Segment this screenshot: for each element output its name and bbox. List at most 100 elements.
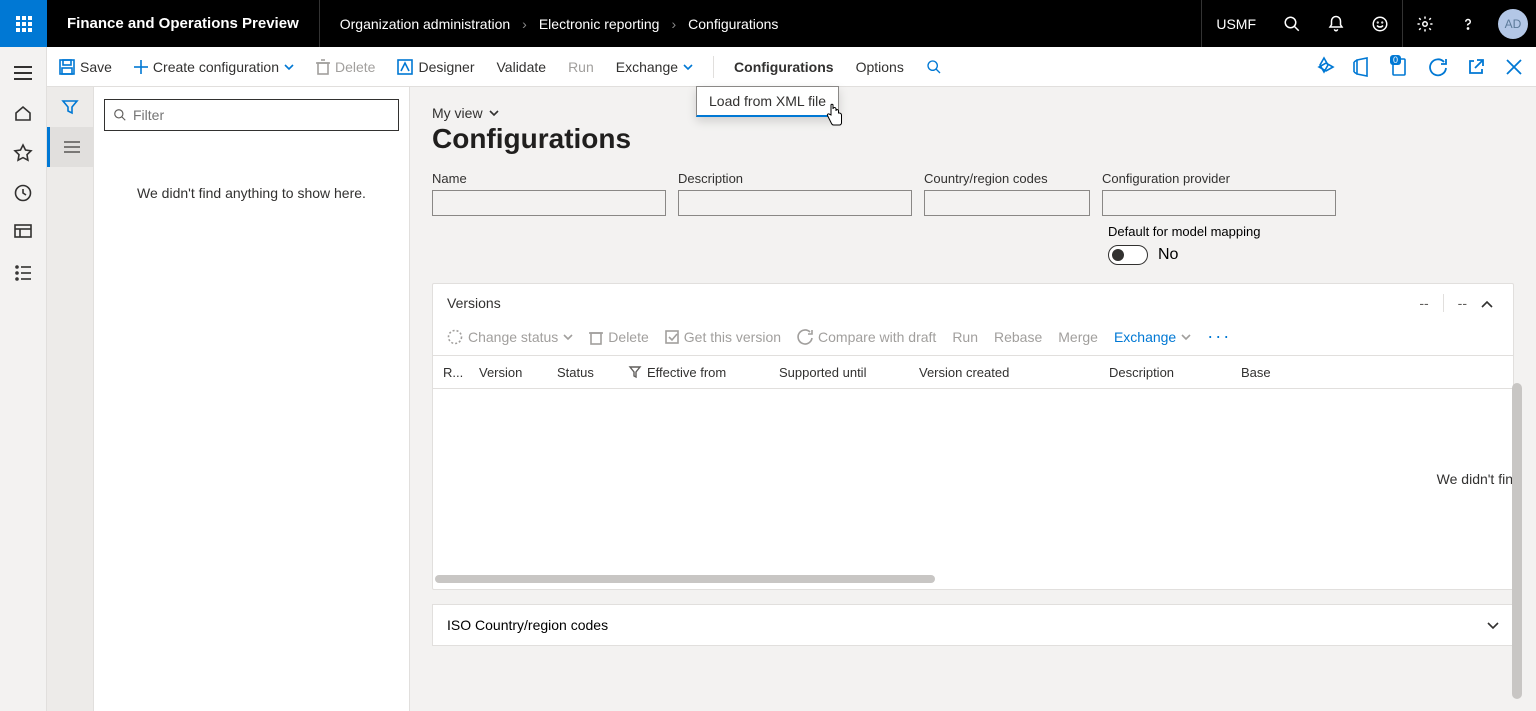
field-name-input[interactable]: [432, 190, 666, 216]
bell-icon[interactable]: [1314, 0, 1358, 47]
search-icon[interactable]: [1270, 0, 1314, 47]
body: We didn't find anything to show here. My…: [47, 87, 1536, 711]
avatar[interactable]: AD: [1498, 9, 1528, 39]
refresh-icon[interactable]: [1426, 55, 1450, 79]
field-provider: Configuration provider: [1102, 171, 1336, 216]
versions-dash2: --: [1450, 295, 1475, 311]
get-version-label: Get this version: [684, 329, 781, 345]
change-status-label: Change status: [468, 329, 558, 345]
app-launcher-button[interactable]: [0, 0, 47, 47]
list-pane-toggle[interactable]: [47, 127, 94, 167]
toggle-knob: [1112, 249, 1124, 261]
exchange-button[interactable]: Exchange: [614, 55, 695, 79]
star-icon[interactable]: [0, 133, 47, 173]
chevron-right-icon: ›: [671, 16, 676, 32]
home-icon[interactable]: [0, 93, 47, 133]
chevron-up-icon[interactable]: [1475, 295, 1499, 311]
version-delete-label: Delete: [608, 329, 648, 345]
chevron-down-icon: [683, 64, 693, 70]
field-default-mapping-label: Default for model mapping: [1108, 224, 1514, 239]
scrollbar-thumb[interactable]: [1512, 383, 1522, 699]
company-picker[interactable]: USMF: [1201, 0, 1270, 47]
scrollbar-thumb[interactable]: [435, 575, 935, 583]
create-label: Create configuration: [153, 59, 279, 75]
default-mapping-toggle[interactable]: No: [1108, 245, 1514, 265]
field-description-label: Description: [678, 171, 912, 186]
field-country-codes: Country/region codes: [924, 171, 1090, 216]
delete-button: Delete: [314, 55, 377, 79]
col-status[interactable]: Status: [547, 365, 619, 380]
col-version[interactable]: Version: [469, 365, 547, 380]
gear-icon[interactable]: [1402, 0, 1446, 47]
create-configuration-button[interactable]: Create configuration: [132, 55, 296, 79]
iso-panel[interactable]: ISO Country/region codes: [432, 604, 1514, 646]
field-name-label: Name: [432, 171, 666, 186]
overflow-button[interactable]: ···: [1207, 326, 1231, 347]
list-empty-message: We didn't find anything to show here.: [104, 185, 399, 201]
versions-header[interactable]: Versions -- --: [433, 284, 1513, 322]
field-description-input[interactable]: [678, 190, 912, 216]
options-button[interactable]: Options: [854, 55, 906, 79]
horizontal-scrollbar[interactable]: [435, 573, 1511, 585]
validate-button[interactable]: Validate: [495, 55, 549, 79]
versions-title: Versions: [447, 295, 1411, 311]
col-created[interactable]: Version created: [909, 365, 1099, 380]
action-bar: Save Create configuration Delete Designe…: [47, 47, 1536, 87]
separator: [713, 56, 714, 78]
workspace-icon[interactable]: [0, 213, 47, 253]
compare-button: Compare with draft: [797, 329, 936, 345]
left-rail: [0, 47, 47, 711]
designer-button[interactable]: Designer: [395, 55, 476, 79]
breadcrumb-item-org-admin[interactable]: Organization administration: [340, 16, 510, 32]
clock-icon[interactable]: [0, 173, 47, 213]
configurations-tab[interactable]: Configurations: [732, 55, 836, 79]
run-label: Run: [568, 59, 594, 75]
filter-funnel-button[interactable]: [47, 87, 94, 127]
exchange-label: Exchange: [616, 59, 678, 75]
field-provider-input[interactable]: [1102, 190, 1336, 216]
field-cc-label: Country/region codes: [924, 171, 1090, 186]
col-supported[interactable]: Supported until: [769, 365, 909, 380]
close-icon[interactable]: [1502, 55, 1526, 79]
save-button[interactable]: Save: [57, 55, 114, 79]
header-fields: Name Description Country/region codes Co…: [432, 171, 1514, 216]
popout-icon[interactable]: [1464, 55, 1488, 79]
filter-input-wrapper[interactable]: [104, 99, 399, 131]
top-navbar: Finance and Operations Preview Organizat…: [0, 0, 1536, 47]
filter-icon: [629, 366, 641, 378]
save-label: Save: [80, 59, 112, 75]
help-icon[interactable]: [1446, 0, 1490, 47]
office-icon[interactable]: [1350, 55, 1374, 79]
compare-label: Compare with draft: [818, 329, 936, 345]
versions-grid-body: We didn't fin: [433, 389, 1513, 573]
view-selector[interactable]: My view: [432, 105, 1514, 121]
col-base[interactable]: Base: [1231, 365, 1331, 380]
col-r[interactable]: R...: [433, 365, 469, 380]
diagnostic-icon[interactable]: [1312, 55, 1336, 79]
modules-icon[interactable]: [0, 253, 47, 293]
merge-button: Merge: [1058, 329, 1098, 345]
version-exchange-button[interactable]: Exchange: [1114, 329, 1191, 345]
get-version-button: Get this version: [665, 329, 781, 345]
smiley-icon[interactable]: [1358, 0, 1402, 47]
action-bar-right: 0: [1312, 55, 1526, 79]
main-area: Save Create configuration Delete Designe…: [47, 47, 1536, 711]
chevron-right-icon: ›: [522, 16, 527, 32]
validate-label: Validate: [497, 59, 547, 75]
action-search-button[interactable]: [924, 55, 944, 79]
col-effective[interactable]: Effective from: [619, 365, 769, 380]
hamburger-button[interactable]: [0, 53, 47, 93]
field-name: Name: [432, 171, 666, 216]
col-description[interactable]: Description: [1099, 365, 1231, 380]
toggle-value: No: [1158, 246, 1178, 264]
exchange-menu-item-load-xml[interactable]: Load from XML file: [696, 86, 839, 117]
version-exchange-label: Exchange: [1114, 329, 1176, 345]
breadcrumb-item-er[interactable]: Electronic reporting: [539, 16, 660, 32]
attachments-icon[interactable]: 0: [1388, 55, 1412, 79]
app-title: Finance and Operations Preview: [47, 0, 320, 47]
field-cc-input[interactable]: [924, 190, 1090, 216]
vertical-scrollbar[interactable]: [1512, 383, 1522, 699]
filter-input[interactable]: [133, 107, 390, 123]
rebase-button: Rebase: [994, 329, 1042, 345]
breadcrumb: Organization administration › Electronic…: [320, 16, 1202, 32]
